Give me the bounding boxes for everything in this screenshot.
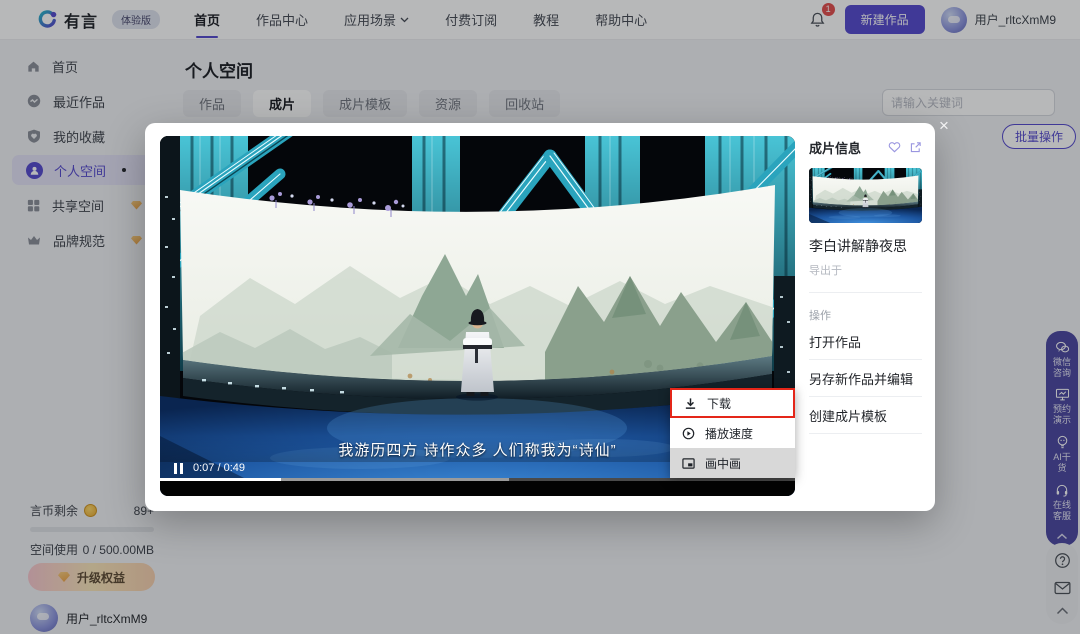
share-export-icon[interactable] (909, 141, 922, 154)
menu-item-download[interactable]: 下载 (670, 388, 795, 418)
download-icon (684, 397, 697, 410)
player-controls: 0:07 / 0:49 (174, 462, 245, 474)
actions-section-label: 操作 (809, 307, 922, 323)
action-create-video-template[interactable]: 创建成片模板 (809, 397, 922, 434)
video-subtitle: 我游历四方 诗作众多 人们称我为“诗仙” (338, 439, 616, 460)
menu-item-playback-speed[interactable]: 播放速度 (670, 418, 795, 448)
modal-close-icon[interactable]: × (939, 117, 949, 134)
favorite-heart-icon[interactable] (888, 141, 901, 153)
time-display: 0:07 / 0:49 (193, 462, 245, 474)
picture-in-picture-icon (682, 457, 695, 470)
video-title: 李白讲解静夜思 (809, 236, 922, 256)
playback-speed-icon (682, 427, 695, 440)
info-panel-title: 成片信息 (809, 138, 861, 157)
menu-item-picture-in-picture[interactable]: 画中画 (670, 448, 795, 478)
divider (809, 292, 922, 293)
exported-label: 导出于 (809, 262, 922, 278)
video-info-panel: 成片信息 李白讲解静夜思 导出于 操作 打开作品 另存新作品并编辑 创建成片模板 (809, 138, 922, 434)
action-open-work[interactable]: 打开作品 (809, 323, 922, 360)
player-context-menu: 下载 播放速度 画中画 (670, 388, 795, 478)
video-thumbnail[interactable] (809, 168, 922, 223)
video-detail-modal: × 我游历四方 诗作众多 人们称我为“诗仙” 0:07 / 0:49 下载 播放… (145, 123, 935, 511)
action-save-as-new-and-edit[interactable]: 另存新作品并编辑 (809, 360, 922, 397)
pause-button[interactable] (174, 463, 183, 474)
player-bottom-bar (160, 481, 795, 496)
